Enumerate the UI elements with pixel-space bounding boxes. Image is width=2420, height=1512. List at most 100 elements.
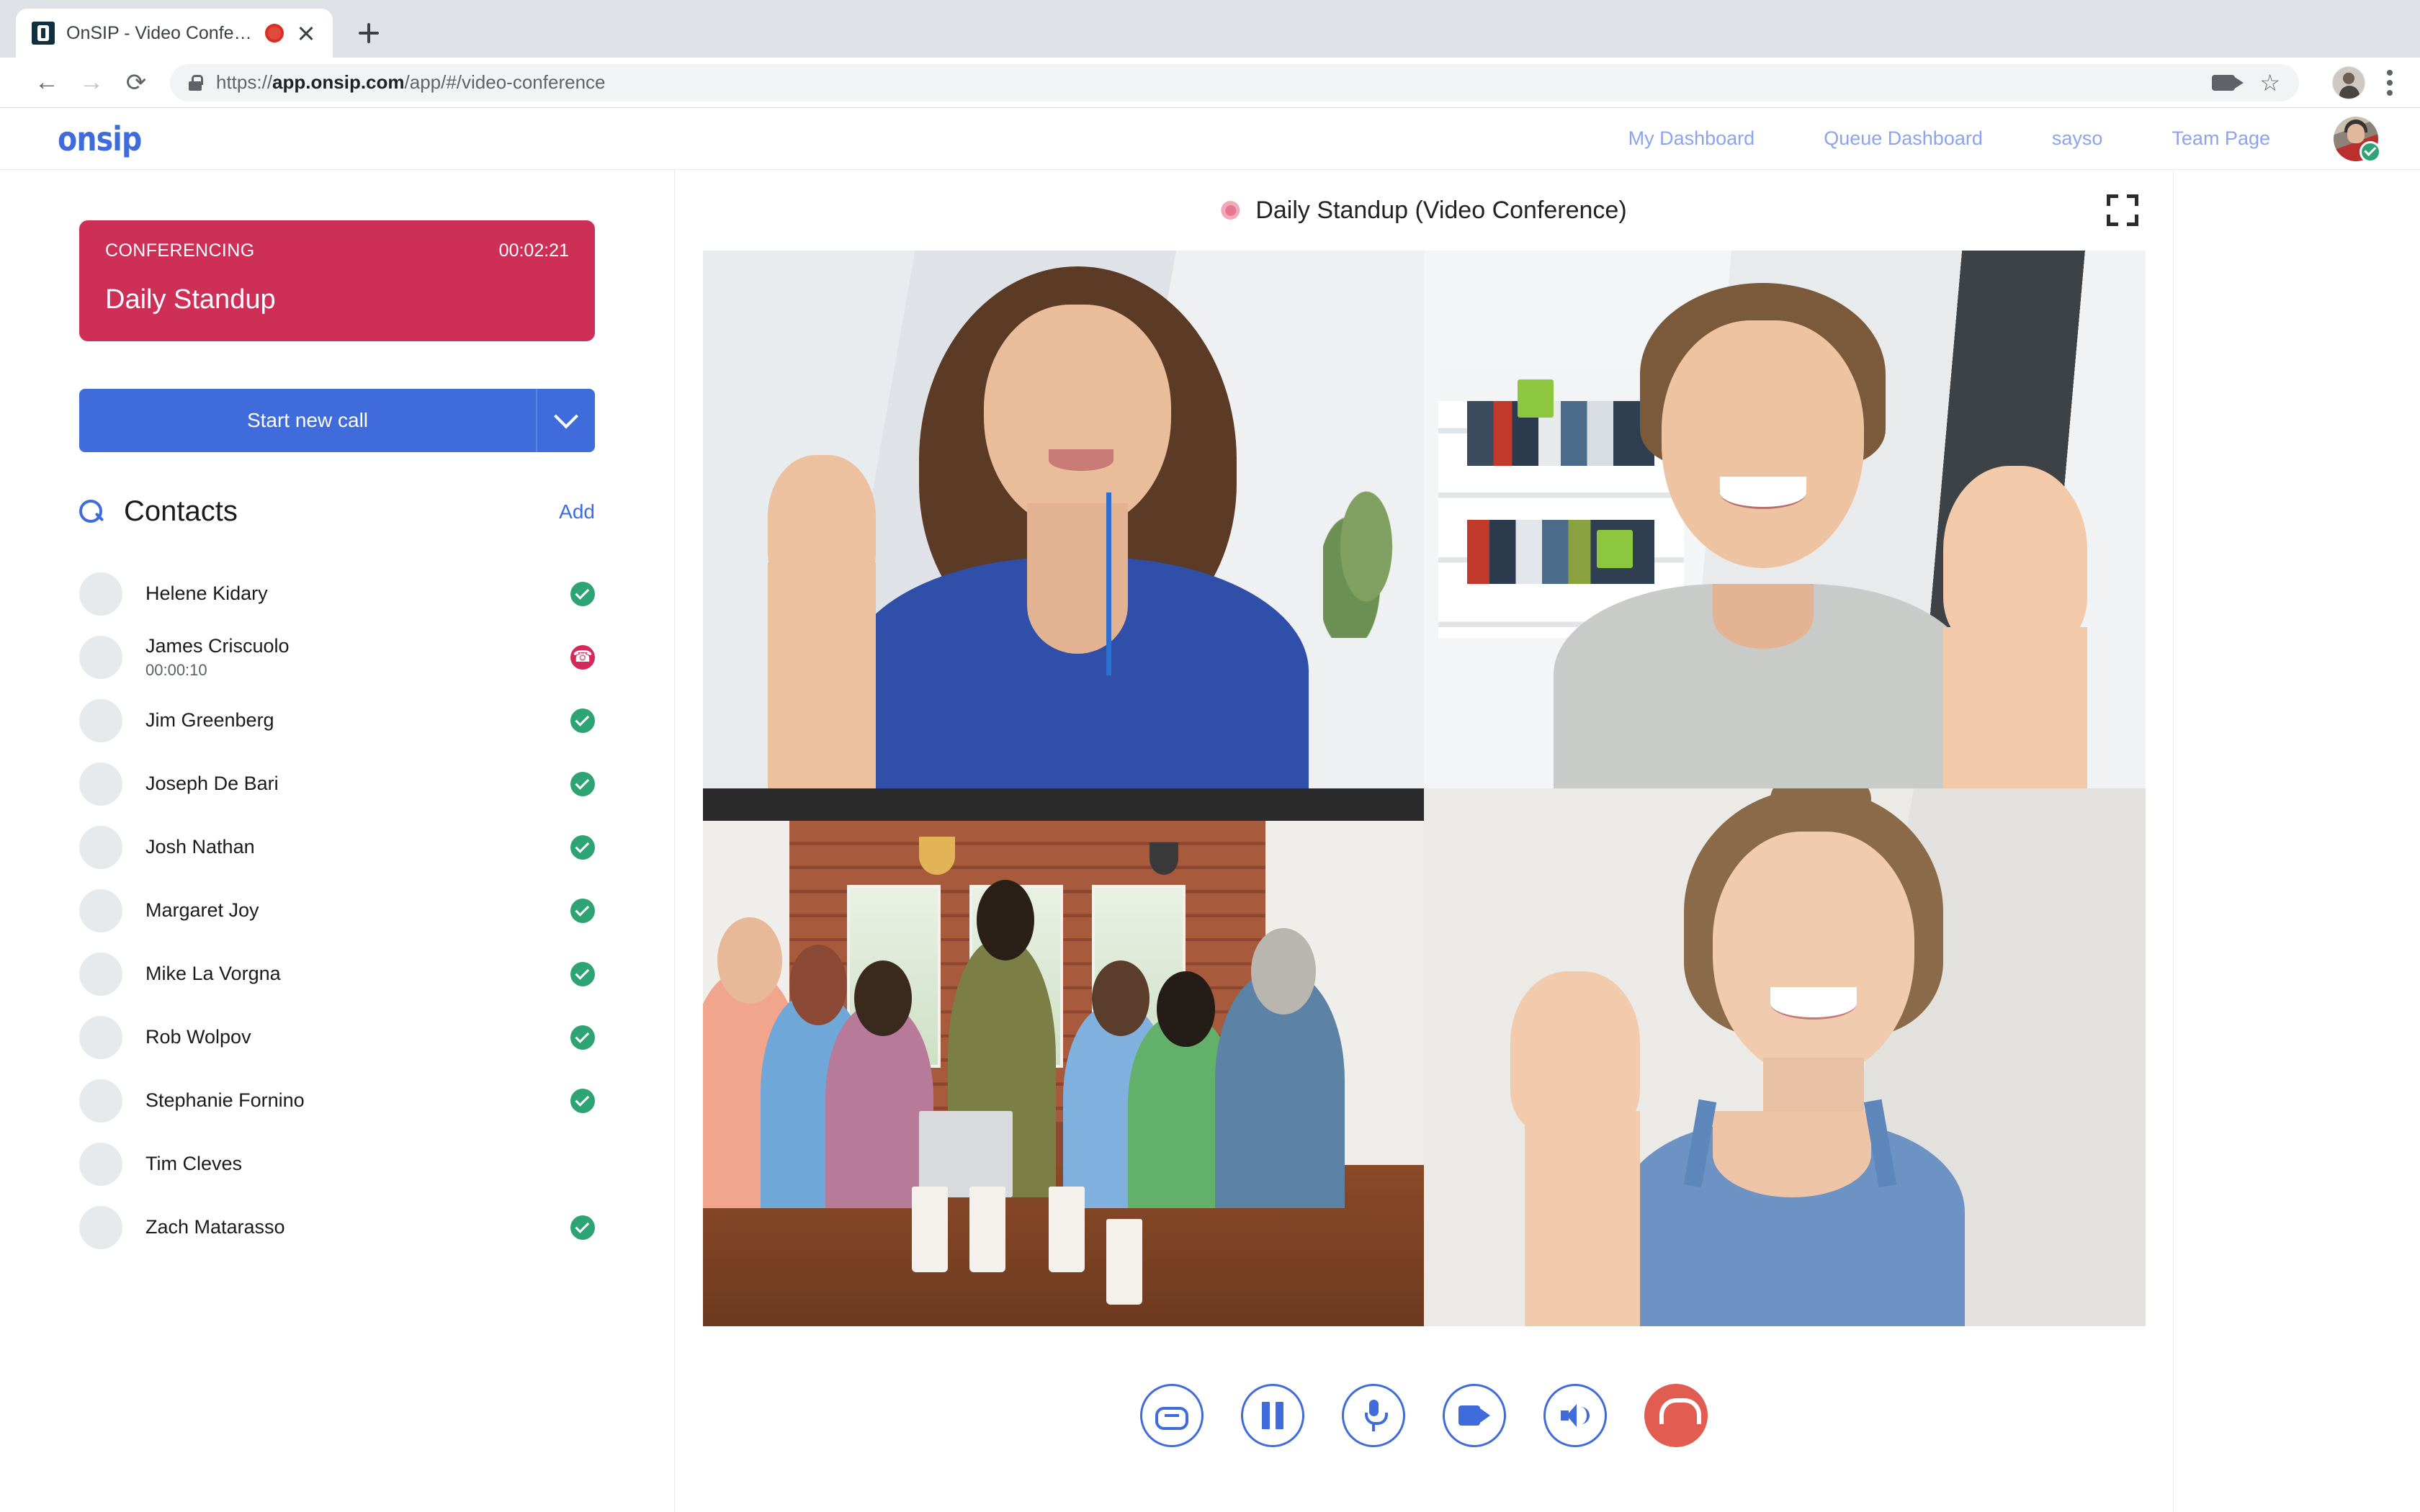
avatar (79, 1079, 122, 1122)
avatar (79, 636, 122, 679)
status-badge-online (570, 772, 595, 796)
link-icon (1155, 1407, 1188, 1430)
contact-text: Josh Nathan (145, 836, 255, 858)
contact-text: Stephanie Fornino (145, 1089, 305, 1112)
tab-title: OnSIP - Video Conference (66, 22, 254, 43)
reload-icon[interactable]: ⟳ (114, 60, 158, 105)
contacts-title: Contacts (124, 495, 238, 527)
browser-toolbar: ← → ⟳ https://app.onsip.com/app/#/video-… (0, 58, 2420, 108)
contact-text: Jim Greenberg (145, 709, 274, 732)
record-dot-icon (265, 24, 284, 42)
search-icon[interactable] (79, 499, 104, 524)
status-badge-online (570, 1089, 595, 1113)
contact-name: Tim Cleves (145, 1153, 243, 1175)
user-avatar[interactable] (2334, 116, 2381, 163)
omnibox-actions: ☆ (2212, 71, 2280, 94)
contact-text: James Criscuolo 00:00:10 (145, 635, 290, 679)
contact-row[interactable]: Jim Greenberg (79, 689, 595, 752)
onsip-app: onsip My Dashboard Queue Dashboard sayso… (0, 108, 2420, 1512)
contact-row[interactable]: Mike La Vorgna (79, 942, 595, 1006)
chevron-down-icon[interactable] (536, 389, 595, 452)
address-bar[interactable]: https://app.onsip.com/app/#/video-confer… (170, 63, 2299, 102)
contact-row[interactable]: Zach Matarasso (79, 1196, 595, 1259)
video-tile-participant-4[interactable] (1424, 788, 2146, 1326)
contact-list: Helene Kidary James Criscuolo 00:00:10 Jim … (79, 562, 595, 1259)
fullscreen-icon[interactable] (2107, 194, 2138, 226)
avatar (79, 572, 122, 616)
contact-row[interactable]: Tim Cleves (79, 1133, 595, 1196)
start-new-call-button[interactable]: Start new call (79, 389, 536, 452)
nav-item-my-dashboard[interactable]: My Dashboard (1594, 127, 1790, 150)
avatar (79, 762, 122, 806)
status-badge-online (570, 1215, 595, 1240)
contact-name: Zach Matarasso (145, 1216, 285, 1238)
camera-icon[interactable] (2212, 74, 2244, 91)
contact-name: Helene Kidary (145, 582, 268, 605)
status-badge-online (570, 962, 595, 986)
onsip-logo[interactable]: onsip (58, 120, 142, 158)
contact-row[interactable]: James Criscuolo 00:00:10 (79, 626, 595, 689)
video-camera-icon (1458, 1405, 1490, 1426)
video-tile-participant-3[interactable] (702, 788, 1424, 1326)
status-badge-online (2360, 140, 2381, 163)
status-badge-oncall (570, 645, 595, 670)
browser-profile-avatar[interactable] (2332, 66, 2365, 99)
url-text: https://app.onsip.com/app/#/video-confer… (216, 71, 605, 94)
video-conference-header: Daily Standup (Video Conference) (675, 170, 2173, 251)
pause-icon (1262, 1402, 1283, 1429)
microphone-icon (1363, 1400, 1388, 1431)
back-arrow-icon[interactable]: ← (24, 60, 69, 105)
contact-name: Rob Wolpov (145, 1026, 251, 1048)
avatar (79, 826, 122, 869)
status-badge-online (570, 835, 595, 860)
browser-tab[interactable]: OnSIP - Video Conference (16, 9, 333, 58)
contact-text: Mike La Vorgna (145, 963, 281, 985)
pause-button[interactable] (1241, 1384, 1304, 1447)
start-call-row: Start new call (79, 389, 595, 452)
hangup-icon (1659, 1398, 1701, 1424)
contact-row[interactable]: Josh Nathan (79, 816, 595, 879)
contact-text: Helene Kidary (145, 582, 268, 605)
contact-name: Stephanie Fornino (145, 1089, 305, 1112)
close-icon[interactable] (295, 22, 317, 44)
video-tile-participant-1[interactable] (702, 251, 1424, 788)
video-button[interactable] (1443, 1384, 1506, 1447)
status-badge-online (570, 582, 595, 606)
contact-text: Zach Matarasso (145, 1216, 285, 1238)
forward-arrow-icon[interactable]: → (69, 60, 114, 105)
new-tab-button[interactable] (349, 13, 389, 53)
star-icon[interactable]: ☆ (2259, 71, 2280, 94)
contact-row[interactable]: Margaret Joy (79, 879, 595, 942)
lock-icon (189, 74, 203, 91)
status-badge-online (570, 899, 595, 923)
speaker-button[interactable] (1543, 1384, 1607, 1447)
kebab-menu-icon[interactable] (2384, 69, 2396, 96)
status-badge-online (570, 1025, 595, 1050)
url-host: app.onsip.com (272, 71, 405, 93)
add-contact-button[interactable]: Add (559, 500, 595, 523)
status-badge-none (570, 1152, 595, 1176)
contact-row[interactable]: Stephanie Fornino (79, 1069, 595, 1133)
contact-call-timer: 00:00:10 (145, 660, 207, 679)
link-button[interactable] (1140, 1384, 1204, 1447)
main-panel: Daily Standup (Video Conference) (675, 170, 2420, 1512)
video-tile-participant-2[interactable] (1424, 251, 2146, 788)
nav-item-queue-dashboard[interactable]: Queue Dashboard (1789, 127, 2017, 150)
hangup-button[interactable] (1644, 1384, 1708, 1447)
call-controls (675, 1326, 2173, 1512)
contact-text: Tim Cleves (145, 1153, 242, 1175)
nav-item-sayso[interactable]: sayso (2017, 127, 2138, 150)
nav-item-team-page[interactable]: Team Page (2137, 127, 2305, 150)
contact-row[interactable]: Joseph De Bari (79, 752, 595, 816)
conference-title: Daily Standup (105, 284, 276, 315)
contact-row[interactable]: Helene Kidary (79, 562, 595, 626)
contact-row[interactable]: Rob Wolpov (79, 1006, 595, 1069)
mic-button[interactable] (1342, 1384, 1405, 1447)
contacts-header: Contacts Add (79, 495, 595, 528)
avatar (79, 953, 122, 996)
active-conference-card[interactable]: CONFERENCING 00:02:21 Daily Standup (79, 220, 595, 341)
app-header: onsip My Dashboard Queue Dashboard sayso… (0, 108, 2420, 170)
conference-timer: 00:02:21 (498, 240, 569, 261)
contact-name: Mike La Vorgna (145, 963, 281, 985)
video-grid (702, 251, 2146, 1326)
